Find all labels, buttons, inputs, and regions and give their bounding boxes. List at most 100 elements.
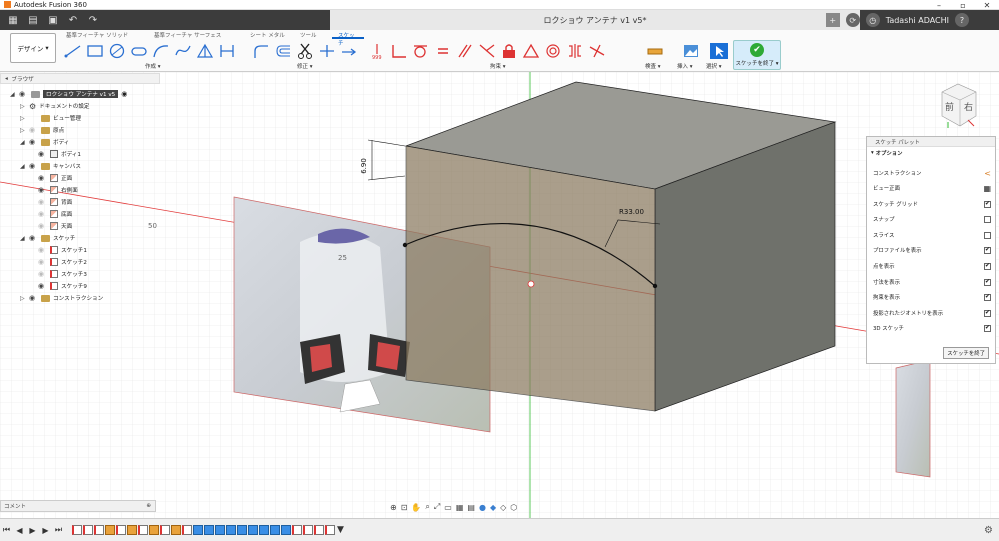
sketch-palette-header[interactable]: スケッチ パレット — [867, 137, 995, 147]
eye-icon[interactable]: ◉ — [38, 150, 47, 158]
fillet-tool-icon[interactable] — [250, 40, 272, 62]
eye-off-icon[interactable]: ◉ — [38, 246, 47, 254]
browser-item-sketches[interactable]: ◢ ◉ スケッチ — [20, 232, 75, 244]
dimension-tool-icon[interactable]: 999 — [366, 40, 388, 62]
symmetry-tool-icon[interactable] — [564, 40, 586, 62]
option-sketch-grid[interactable]: スケッチ グリッド ✔ — [873, 198, 991, 210]
undo-icon[interactable]: ↶ — [66, 13, 80, 27]
wireframe-icon[interactable]: ◇ — [500, 503, 506, 512]
timeline-feature[interactable] — [215, 525, 225, 535]
browser-item-body1[interactable]: ◉ ボディ1 — [38, 148, 81, 160]
browser-item-sketch3[interactable]: ◉ スケッチ3 — [38, 268, 87, 280]
tab-surface[interactable]: 基準フィーチャ サーフェス — [148, 30, 244, 39]
browser-item-sketch1[interactable]: ◉ スケッチ1 — [38, 244, 87, 256]
show-constraints-checkbox[interactable]: ✔ — [984, 293, 991, 301]
timeline-sketch[interactable] — [182, 525, 192, 535]
timeline-sketch[interactable] — [160, 525, 170, 535]
slot-tool-icon[interactable] — [128, 40, 150, 62]
minimize-button[interactable]: – — [927, 0, 951, 10]
timeline-feature[interactable] — [226, 525, 236, 535]
expand-icon[interactable]: ◢ — [10, 91, 16, 98]
browser-item-canvases[interactable]: ◢ ◉ キャンバス — [20, 160, 81, 172]
tangent-tool-icon[interactable] — [410, 40, 432, 62]
finish-sketch-button[interactable]: ✔ スケッチを終了 ▾ — [733, 40, 781, 70]
comments-panel[interactable]: コメント ⊕ — [0, 500, 156, 512]
options-section-header[interactable]: ▾ オプション — [867, 147, 995, 159]
line-tool-icon[interactable] — [62, 40, 84, 62]
grid-settings-icon[interactable]: ▦ — [456, 503, 464, 512]
eye-icon[interactable]: ◉ — [29, 294, 38, 302]
timeline-feature[interactable] — [204, 525, 214, 535]
add-comment-icon[interactable]: ⊕ — [146, 503, 151, 509]
option-show-profile[interactable]: プロファイルを表示 ✔ — [873, 244, 991, 256]
timeline-sketch[interactable] — [138, 525, 148, 535]
option-construction[interactable]: コンストラクション < — [873, 167, 991, 179]
view-cube-right-label[interactable]: 右 — [964, 100, 973, 113]
radius-dimension-text[interactable]: R33.00 — [619, 208, 644, 216]
timeline-feature[interactable] — [270, 525, 280, 535]
extend-tool-icon[interactable] — [316, 40, 338, 62]
eye-off-icon[interactable]: ◉ — [38, 210, 47, 218]
show-points-checkbox[interactable]: ✔ — [984, 262, 991, 270]
insert-group-label[interactable]: 挿入 ▾ — [677, 62, 693, 70]
object-visibility-icon[interactable]: ● — [479, 503, 486, 512]
timeline-feature[interactable] — [259, 525, 269, 535]
orbit-icon[interactable]: ⊕ — [390, 503, 397, 512]
trim-tool-icon[interactable] — [294, 40, 316, 62]
sketch-point-end[interactable] — [652, 283, 658, 289]
select-tool-icon[interactable] — [708, 40, 730, 62]
timeline-sketch[interactable] — [325, 525, 335, 535]
timeline-feature[interactable] — [193, 525, 203, 535]
file-menu-icon[interactable]: ▤ — [26, 13, 40, 27]
perpendicular-tool-icon[interactable] — [476, 40, 498, 62]
view-cube[interactable]: 前 右 — [938, 82, 978, 128]
concentric-tool-icon[interactable] — [542, 40, 564, 62]
vertical-dimension-text[interactable]: 6.90 — [360, 158, 368, 174]
timeline-extrude[interactable] — [105, 525, 115, 535]
eye-off-icon[interactable]: ◉ — [38, 222, 47, 230]
equal-tool-icon[interactable] — [432, 40, 454, 62]
browser-item-sketch2[interactable]: ◉ スケッチ2 — [38, 256, 87, 268]
timeline-sketch[interactable] — [94, 525, 104, 535]
display-settings-icon[interactable]: ▭ — [444, 503, 452, 512]
browser-item-canvas-bottom[interactable]: ◉ 底面 — [38, 208, 72, 220]
mirror-tool-icon[interactable] — [216, 40, 238, 62]
save-icon[interactable]: ▣ — [46, 13, 60, 27]
option-show-projected[interactable]: 投影されたジオメトリを表示 ✔ — [873, 307, 991, 319]
fit-icon[interactable]: ⤢ — [434, 502, 440, 512]
timeline-sketch[interactable] — [116, 525, 126, 535]
sketch-point-start[interactable] — [402, 242, 408, 248]
curvature-tool-icon[interactable] — [586, 40, 608, 62]
polygon-tool-icon[interactable] — [194, 40, 216, 62]
timeline-feature[interactable] — [281, 525, 291, 535]
shaded-icon[interactable]: ◆ — [490, 503, 496, 512]
spline-tool-icon[interactable] — [172, 40, 194, 62]
viewports-icon[interactable]: ▤ — [467, 503, 475, 512]
step-back-icon[interactable]: ◀ — [13, 526, 26, 535]
browser-root[interactable]: ◢ ◉ ロクショウ アンテナ v1 v5 ◉ — [10, 88, 127, 100]
close-window-button[interactable]: ✕ — [975, 0, 999, 10]
timeline-extrude[interactable] — [127, 525, 137, 535]
palette-finish-sketch-button[interactable]: スケッチを終了 — [943, 347, 989, 359]
timeline-settings-icon[interactable]: ⚙ — [984, 525, 993, 536]
option-slice[interactable]: スライス — [873, 229, 991, 241]
timeline-feature[interactable] — [237, 525, 247, 535]
extensions-icon[interactable]: ⟳ — [845, 13, 860, 27]
fix-tool-icon[interactable] — [498, 40, 520, 62]
show-projected-checkbox[interactable]: ✔ — [984, 309, 991, 317]
coincident-tool-icon[interactable] — [388, 40, 410, 62]
tab-sketch[interactable]: スケッチ — [332, 30, 364, 47]
slice-checkbox[interactable] — [984, 231, 991, 239]
eye-icon[interactable]: ◉ — [38, 174, 47, 182]
browser-header[interactable]: ◂ ブラウザ — [0, 73, 160, 84]
option-3d-sketch[interactable]: 3D スケッチ ✔ — [873, 322, 991, 334]
job-status-icon[interactable]: ◷ — [865, 13, 880, 27]
browser-item-canvas-right[interactable]: ◉ 右側面 — [38, 184, 78, 196]
eye-off-icon[interactable]: ◉ — [38, 258, 47, 266]
go-to-end-icon[interactable]: ⏭ — [52, 525, 65, 535]
workspace-switcher[interactable]: デザイン ▾ — [10, 33, 56, 63]
timeline-extrude[interactable] — [171, 525, 181, 535]
option-snap[interactable]: スナップ — [873, 213, 991, 225]
timeline-feature[interactable] — [248, 525, 258, 535]
help-icon[interactable]: ? — [955, 13, 969, 27]
